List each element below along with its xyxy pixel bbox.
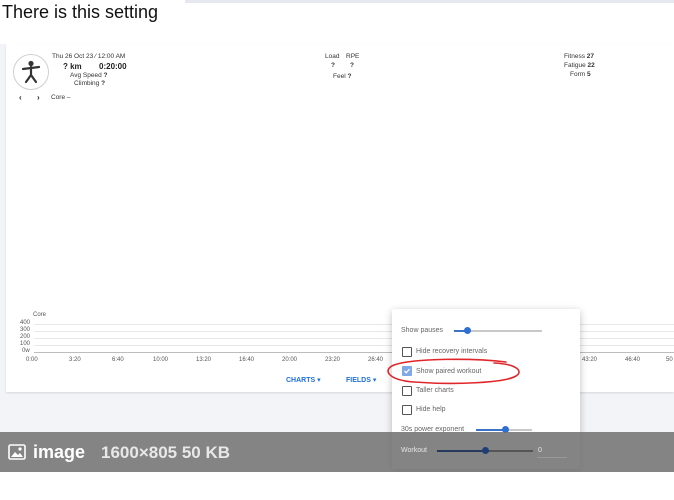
x-tick: 3:20 bbox=[69, 357, 81, 363]
feel-value[interactable]: ? bbox=[347, 73, 351, 80]
form-label: Form bbox=[570, 71, 586, 78]
image-caption-label: image bbox=[33, 442, 86, 462]
activity-datetime[interactable]: Thu 26 Oct 23 ⁄ 12:00 AM bbox=[52, 53, 125, 61]
power-exponent-slider-fill bbox=[476, 429, 505, 431]
x-tick: 10:00 bbox=[153, 357, 169, 363]
image-icon bbox=[8, 444, 26, 460]
fitness-label: Fitness bbox=[564, 53, 585, 60]
rpe-label: RPE bbox=[346, 53, 360, 60]
y-tick: 400 bbox=[20, 320, 31, 326]
activity-type-avatar[interactable] bbox=[13, 54, 49, 90]
workout-value-underline bbox=[537, 457, 567, 458]
x-tick: 13:20 bbox=[196, 357, 212, 363]
fatigue-value: 22 bbox=[587, 62, 595, 69]
x-tick: 46:40 bbox=[625, 357, 641, 363]
y-tick: 300 bbox=[20, 327, 31, 333]
hide-help-checkbox[interactable] bbox=[402, 405, 412, 415]
form-value: 5 bbox=[586, 71, 591, 78]
profile-value: – bbox=[66, 94, 71, 101]
x-tick: 20:00 bbox=[282, 357, 298, 363]
load-value[interactable]: ? bbox=[331, 62, 335, 70]
prev-activity-button[interactable]: ‹ bbox=[19, 93, 22, 102]
x-tick: 26:40 bbox=[368, 357, 384, 363]
workout-chart-area[interactable] bbox=[6, 112, 674, 307]
workout-slider-fill bbox=[437, 450, 485, 452]
image-caption-meta: 1600×805 50 KB bbox=[101, 443, 231, 462]
rpe-value[interactable]: ? bbox=[350, 62, 354, 70]
load-label: Load bbox=[325, 53, 340, 60]
workout-label: Workout bbox=[401, 447, 427, 454]
avg-speed-label: Avg Speed bbox=[70, 72, 102, 79]
x-tick: 0:00 bbox=[26, 357, 38, 363]
x-tick: 6:40 bbox=[112, 357, 124, 363]
workout-slider-handle[interactable] bbox=[482, 447, 489, 454]
x-tick: 16:40 bbox=[239, 357, 255, 363]
y-tick: 0w bbox=[22, 348, 30, 354]
x-tick: 43:20 bbox=[582, 357, 598, 363]
show-pauses-label: Show pauses bbox=[401, 327, 444, 334]
taller-charts-checkbox[interactable] bbox=[402, 386, 412, 396]
fatigue-label: Fatigue bbox=[564, 62, 586, 69]
charts-menu-button[interactable]: CHARTS ▾ bbox=[286, 376, 321, 384]
show-pauses-slider-handle[interactable] bbox=[464, 327, 471, 334]
person-icon bbox=[21, 60, 41, 84]
workout-value[interactable]: 0 bbox=[538, 447, 542, 454]
next-activity-button[interactable]: › bbox=[37, 93, 40, 102]
y-tick: 100 bbox=[20, 341, 31, 347]
taller-charts-label[interactable]: Taller charts bbox=[416, 387, 454, 394]
profile-label[interactable]: Core bbox=[51, 94, 65, 101]
x-tick: 23:20 bbox=[325, 357, 341, 363]
post-text: There is this setting bbox=[2, 2, 159, 22]
fields-menu-button[interactable]: FIELDS ▾ bbox=[346, 376, 376, 384]
page-bottom bbox=[0, 472, 674, 500]
y-tick: 200 bbox=[20, 334, 31, 340]
divider bbox=[185, 0, 674, 3]
hide-recovery-label[interactable]: Hide recovery intervals bbox=[416, 348, 487, 355]
climbing-label: Climbing bbox=[74, 80, 100, 87]
climbing-value[interactable]: ? bbox=[101, 80, 105, 87]
feel-label: Feel bbox=[333, 73, 346, 80]
hide-help-label[interactable]: Hide help bbox=[416, 406, 446, 413]
fitness-value: 27 bbox=[586, 53, 594, 60]
annotation-circle bbox=[387, 358, 520, 385]
activity-duration[interactable]: 0:20:00 bbox=[99, 62, 127, 71]
x-tick: 50 bbox=[666, 357, 673, 363]
activity-distance[interactable]: ? km bbox=[63, 62, 82, 71]
avg-speed-value: ? bbox=[103, 72, 108, 79]
chart-series-label: Core bbox=[33, 312, 47, 318]
